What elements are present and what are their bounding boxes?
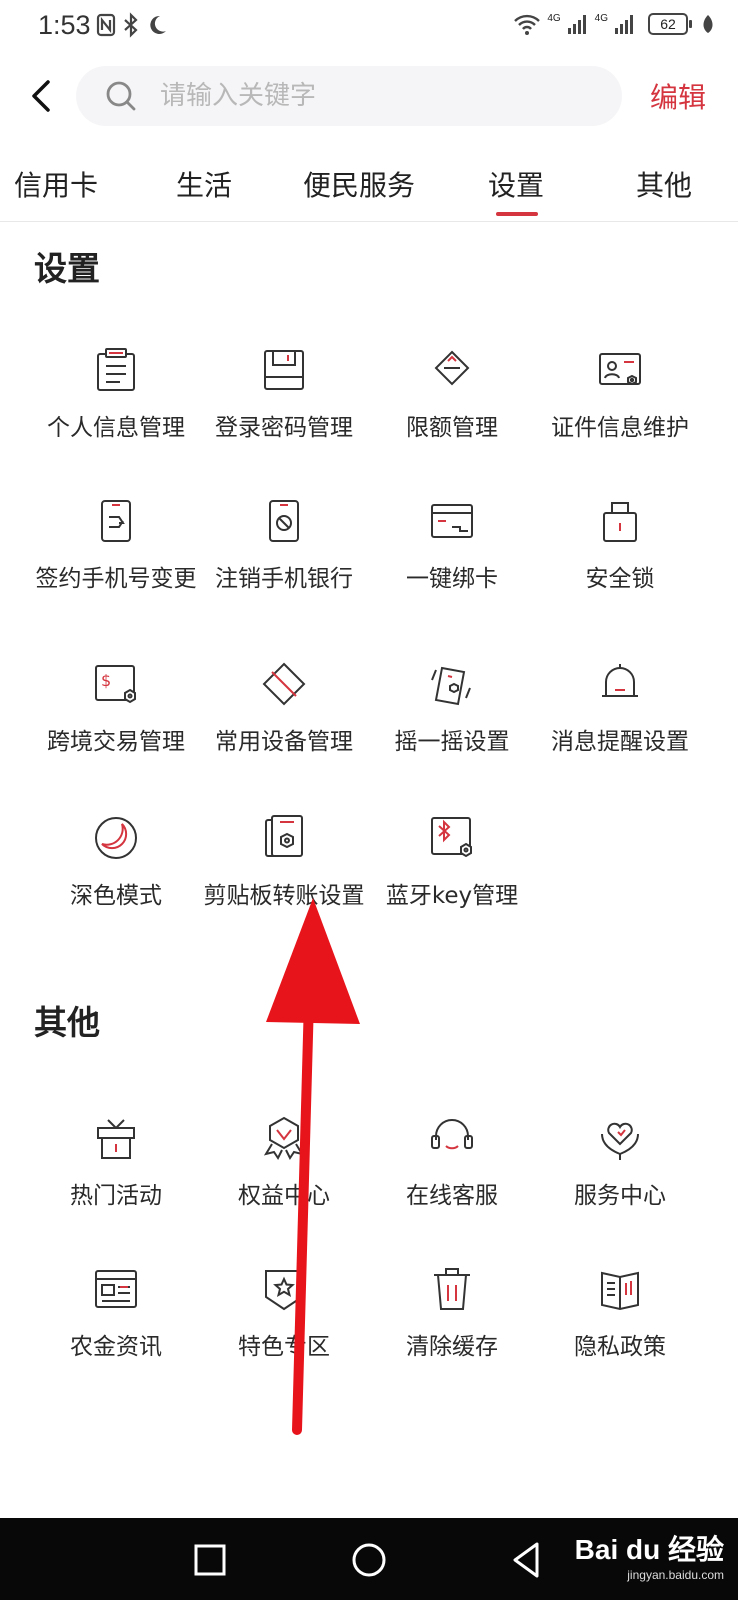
cancel-phone-bank-icon (269, 500, 299, 542)
watermark-logo: Bai du 经验 (574, 1534, 724, 1565)
tab-settings[interactable]: 设置 (488, 164, 544, 204)
search-icon (106, 81, 136, 111)
id-card-icon (599, 353, 641, 386)
recent-apps-button[interactable] (188, 1538, 232, 1582)
active-tab-indicator (496, 212, 538, 216)
tab-other[interactable]: 其他 (636, 164, 692, 204)
grid-label: 在线客服 (406, 1183, 498, 1209)
network-label-2: 4G (594, 12, 608, 24)
personal-info-icon (97, 348, 135, 391)
signal-icon-1 (567, 15, 586, 34)
badge-icon (263, 1116, 305, 1160)
grid-label: 深色模式 (70, 883, 162, 909)
back-nav-button[interactable] (505, 1538, 549, 1582)
book-icon (601, 1271, 639, 1311)
shake-icon (431, 666, 471, 706)
svg-text:$: $ (101, 671, 111, 690)
watermark-url: jingyan.baidu.com (627, 1568, 724, 1582)
category-tabs: 信用卡 生活 便民服务 设置 其他 (0, 152, 738, 222)
grid-label: 蓝牙key管理 (385, 883, 519, 909)
system-nav-bar: Bai du 经验 jingyan.baidu.com (0, 1518, 738, 1600)
status-time: 1:53 (38, 10, 91, 40)
grid-label: 农金资讯 (70, 1334, 162, 1360)
signal-icon-2 (615, 15, 633, 34)
bluetooth-key-icon (431, 817, 472, 858)
grid-label: 限额管理 (406, 415, 498, 441)
grid-label: 个人信息管理 (47, 415, 185, 441)
clipboard-icon (265, 815, 303, 857)
status-bar: 1:53 4G 4G 62 (0, 0, 738, 52)
grid-label: 一键绑卡 (406, 566, 498, 592)
grid-label: 清除缓存 (406, 1334, 498, 1360)
phone-change-icon (101, 500, 131, 542)
limit-icon (434, 350, 470, 386)
cross-border-icon: $ (95, 665, 136, 704)
grid-label: 权益中心 (238, 1183, 330, 1209)
wifi-icon (514, 14, 541, 35)
home-button[interactable] (347, 1538, 391, 1582)
device-icon (262, 662, 306, 706)
section-title-settings: 设置 (34, 249, 100, 288)
battery-indicator: 62 (648, 13, 692, 35)
gift-icon (97, 1119, 135, 1159)
dark-mode-icon (95, 817, 137, 859)
grid-label: 服务中心 (574, 1183, 666, 1209)
grid-label: 签约手机号变更 (35, 566, 197, 592)
grid-label: 注销手机银行 (215, 566, 353, 592)
grid-label: 跨境交易管理 (47, 729, 185, 755)
chevron-left-icon (32, 80, 50, 112)
bluetooth-icon (124, 12, 138, 38)
bell-icon (602, 664, 638, 697)
grid-label: 热门活动 (70, 1183, 162, 1209)
baidu-watermark: Bai du 经验 jingyan.baidu.com (575, 1528, 724, 1582)
tab-convenience-services[interactable]: 便民服务 (303, 164, 415, 204)
headset-icon (431, 1119, 473, 1150)
nfc-icon (96, 13, 116, 37)
status-left-icons (96, 12, 168, 38)
grid-label: 登录密码管理 (215, 415, 353, 441)
news-icon (95, 1270, 137, 1308)
grid-label: 常用设备管理 (215, 729, 353, 755)
tab-credit-card[interactable]: 信用卡 (14, 164, 98, 204)
grid-label: 剪贴板转账设置 (203, 883, 365, 909)
moon-icon (150, 15, 166, 34)
grid-label: 消息提醒设置 (551, 729, 689, 755)
search-box[interactable] (76, 66, 622, 126)
edit-button[interactable]: 编辑 (650, 76, 706, 116)
tab-life[interactable]: 生活 (176, 164, 232, 204)
star-shield-icon (265, 1270, 303, 1311)
search-input[interactable] (160, 76, 600, 116)
login-password-icon (264, 350, 304, 390)
network-label-1: 4G (547, 12, 561, 24)
back-button[interactable] (22, 74, 62, 118)
grid-label: 隐私政策 (574, 1334, 666, 1360)
grid-label: 安全锁 (585, 566, 655, 592)
status-right-icons: 4G 4G 62 (513, 12, 716, 36)
heart-hand-icon (601, 1122, 639, 1160)
grid-label: 摇一摇设置 (394, 729, 510, 755)
grid-label: 证件信息维护 (551, 415, 689, 441)
lock-icon (603, 502, 637, 542)
leaf-icon (703, 15, 713, 33)
grid-label: 特色专区 (238, 1334, 330, 1360)
trash-icon (434, 1268, 470, 1310)
bind-card-icon (431, 504, 473, 538)
section-title-other: 其他 (34, 1003, 100, 1042)
